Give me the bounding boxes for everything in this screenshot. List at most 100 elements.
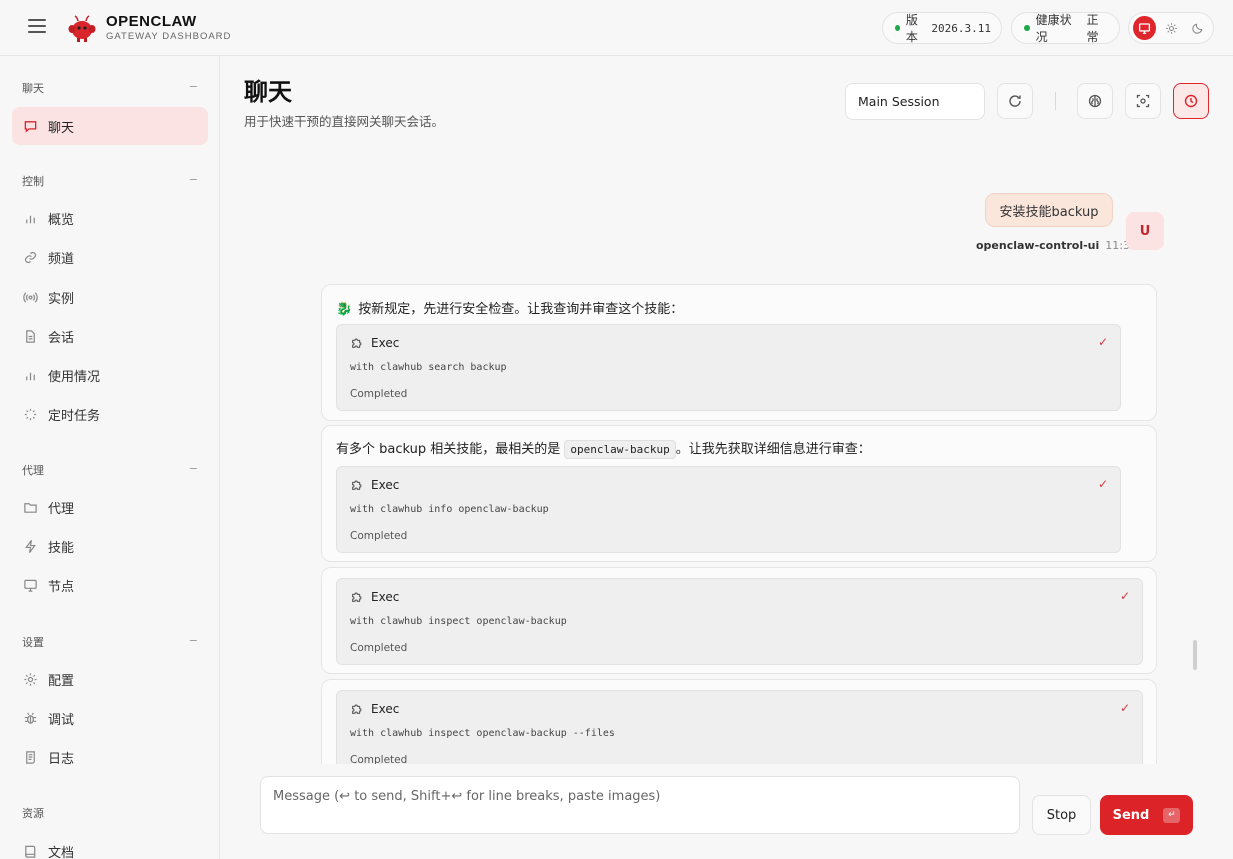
tool-command: with clawhub info openclaw-backup <box>350 504 549 515</box>
document-icon <box>26 329 35 343</box>
assistant-message: Exec ✓ with clawhub inspect openclaw-bac… <box>321 679 1157 764</box>
sidebar-item-label: 配置 <box>48 673 75 689</box>
sidebar-item-docs[interactable]: 文档 <box>12 832 208 859</box>
version-badge: 版本 2026.3.11 <box>882 12 1002 44</box>
chat-icon <box>24 120 37 133</box>
tool-call-card[interactable]: Exec ✓ with clawhub inspect openclaw-bac… <box>336 578 1143 665</box>
gear-icon <box>24 672 37 686</box>
sidebar-item-sessions[interactable]: 会话 <box>12 317 208 355</box>
sidebar-item-label: 调试 <box>48 712 75 728</box>
assistant-message: 有多个 backup 相关技能，最相关的是 openclaw-backup 。让我… <box>321 425 1157 562</box>
health-label: 健康状况 <box>1035 13 1072 44</box>
tool-call-card[interactable]: Exec ✓ with clawhub inspect openclaw-bac… <box>336 690 1143 764</box>
sidebar-item-logs[interactable]: 日志 <box>12 738 208 776</box>
puzzle-icon <box>352 338 362 348</box>
refresh-icon <box>1009 95 1021 107</box>
page-subtitle: 用于快速干预的直接网关聊天会话。 <box>244 114 445 129</box>
focus-button[interactable] <box>1125 83 1161 119</box>
brain-button[interactable] <box>1077 83 1113 119</box>
clock-icon <box>1184 94 1198 108</box>
focus-icon <box>1136 94 1150 108</box>
sidebar-item-cron[interactable]: 定时任务 <box>12 395 208 433</box>
sidebar-item-nodes[interactable]: 节点 <box>12 566 208 604</box>
send-button[interactable]: Send ↵ <box>1100 795 1193 835</box>
session-select[interactable]: Main Session <box>845 83 985 120</box>
stop-button[interactable]: Stop <box>1032 795 1091 835</box>
version-status-dot <box>895 25 900 31</box>
tool-status: Completed <box>350 388 408 400</box>
sidebar-item-label: 会话 <box>48 330 75 346</box>
avatar: U <box>1126 212 1164 250</box>
sidebar-item-skills[interactable]: 技能 <box>12 527 208 565</box>
sidebar-item-label: 代理 <box>48 501 75 517</box>
sidebar-item-config[interactable]: 配置 <box>12 660 208 698</box>
sidebar-item-label: 技能 <box>48 540 75 556</box>
sidebar-item-label: 定时任务 <box>48 408 101 424</box>
tool-command: with clawhub inspect openclaw-backup --f… <box>350 728 615 739</box>
sidebar-item-chat[interactable]: 聊天 <box>12 107 208 145</box>
brain-icon <box>1088 94 1102 108</box>
sidebar-item-instances[interactable]: 实例 <box>12 278 208 316</box>
chat-thread[interactable]: 安装技能backup openclaw-control-ui 11:38 U 🐉 按… <box>221 150 1233 764</box>
user-message-text: 安装技能backup <box>999 204 1099 220</box>
sidebar-item-label: 概览 <box>48 212 75 228</box>
menu-icon[interactable] <box>28 19 46 35</box>
sidebar-item-label: 聊天 <box>48 120 75 136</box>
sun-icon[interactable] <box>1160 16 1183 40</box>
puzzle-icon <box>352 480 362 490</box>
section-header-agents[interactable]: 代理 − <box>22 462 198 478</box>
radio-icon <box>23 291 38 303</box>
refresh-button[interactable] <box>997 83 1033 119</box>
sidebar-item-channels[interactable]: 频道 <box>12 238 208 276</box>
sidebar-item-debug[interactable]: 调试 <box>12 699 208 737</box>
section-header-resources[interactable]: 资源 <box>22 805 198 821</box>
top-bar: OPENCLAW GATEWAY DASHBOARD 版本 2026.3.11 … <box>0 0 1233 56</box>
version-label: 版本 <box>905 13 918 44</box>
brand-title: OPENCLAW <box>106 13 197 30</box>
chat-scrollbar[interactable] <box>1193 640 1197 670</box>
folder-icon <box>24 502 37 513</box>
send-button-label: Send <box>1112 807 1150 823</box>
moon-icon[interactable] <box>1186 16 1209 40</box>
session-select-value: Main Session <box>858 94 940 109</box>
tool-status: Completed <box>350 530 408 542</box>
brand-subtitle: GATEWAY DASHBOARD <box>106 31 232 42</box>
link-icon <box>24 251 37 263</box>
sidebar-item-overview[interactable]: 概览 <box>12 199 208 237</box>
tool-call-card[interactable]: Exec ✓ with clawhub search backup Comple… <box>336 324 1121 411</box>
monitor-icon[interactable] <box>1133 16 1156 40</box>
user-message-meta: openclaw-control-ui 11:38 <box>976 239 1137 252</box>
version-value: 2026.3.11 <box>931 21 991 35</box>
zap-icon <box>25 539 36 553</box>
openclaw-logo <box>68 15 96 42</box>
bar-chart-icon <box>26 372 35 380</box>
bug-icon <box>24 712 37 724</box>
section-header-chat[interactable]: 聊天 − <box>22 80 198 96</box>
check-icon: ✓ <box>1119 701 1130 715</box>
assistant-message: Exec ✓ with clawhub inspect openclaw-bac… <box>321 567 1157 674</box>
assistant-message-text: 有多个 backup 相关技能，最相关的是 openclaw-backup 。让我… <box>336 440 871 459</box>
sidebar-item-agents[interactable]: 代理 <box>12 488 208 526</box>
message-input[interactable]: Message (↩ to send, Shift+↩ for line bre… <box>260 776 1020 834</box>
message-input-placeholder: Message (↩ to send, Shift+↩ for line bre… <box>273 789 661 804</box>
section-header-control[interactable]: 控制 − <box>22 173 198 189</box>
check-icon: ✓ <box>1097 335 1108 349</box>
tool-status: Completed <box>350 642 408 654</box>
tool-name: Exec <box>371 702 400 716</box>
section-header-settings[interactable]: 设置 − <box>22 634 198 650</box>
history-button[interactable] <box>1173 83 1209 119</box>
toolbar-divider <box>1055 92 1056 110</box>
tool-call-card[interactable]: Exec ✓ with clawhub info openclaw-backup… <box>336 466 1121 553</box>
check-icon: ✓ <box>1097 477 1108 491</box>
sidebar-item-label: 使用情况 <box>48 369 101 385</box>
inline-code: openclaw-backup <box>564 440 676 459</box>
puzzle-icon <box>352 592 362 602</box>
sidebar: 聊天 − 聊天 控制 − 概览 频道 实例 会话 使用情况 定时任务 代理 − 代理 … <box>0 56 220 859</box>
user-message-bubble: 安装技能backup <box>985 193 1113 227</box>
sidebar-item-usage[interactable]: 使用情况 <box>12 356 208 394</box>
assistant-message: 🐉 按新规定，先进行安全检查。让我查询并审查这个技能： Exec ✓ with c… <box>321 284 1157 421</box>
sidebar-item-label: 日志 <box>48 751 75 767</box>
monitor-icon <box>24 579 37 592</box>
sidebar-item-label: 实例 <box>48 291 75 307</box>
tool-name: Exec <box>371 478 400 492</box>
